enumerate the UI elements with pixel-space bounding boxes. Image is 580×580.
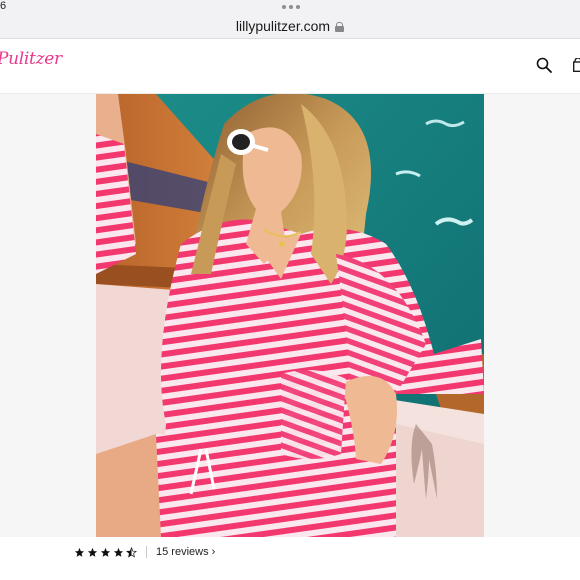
star-full-icon: [87, 547, 98, 557]
star-full-icon: [100, 547, 111, 557]
status-bar-text: 6: [0, 0, 7, 12]
product-image[interactable]: [96, 94, 484, 537]
star-full-icon: [113, 547, 124, 557]
lock-icon: [335, 21, 345, 32]
brand-logo[interactable]: Pulitzer: [0, 49, 62, 69]
star-rating[interactable]: [74, 546, 137, 558]
product-gallery: [0, 94, 580, 537]
search-icon[interactable]: [536, 57, 552, 73]
product-rating-row: 15 reviews ›: [74, 543, 215, 561]
url-text[interactable]: lillypulitzer.com: [236, 18, 330, 34]
browser-top-bar: 6 lillypulitzer.com: [0, 0, 580, 39]
reviews-link[interactable]: 15 reviews ›: [156, 546, 215, 558]
shopping-bag-icon[interactable]: [573, 58, 580, 72]
address-bar[interactable]: lillypulitzer.com: [0, 16, 580, 36]
site-header: Pulitzer: [0, 39, 580, 94]
star-full-icon: [74, 547, 85, 557]
rating-divider: [146, 546, 147, 558]
more-dots-icon[interactable]: [282, 5, 300, 9]
star-half-icon: [126, 546, 137, 557]
